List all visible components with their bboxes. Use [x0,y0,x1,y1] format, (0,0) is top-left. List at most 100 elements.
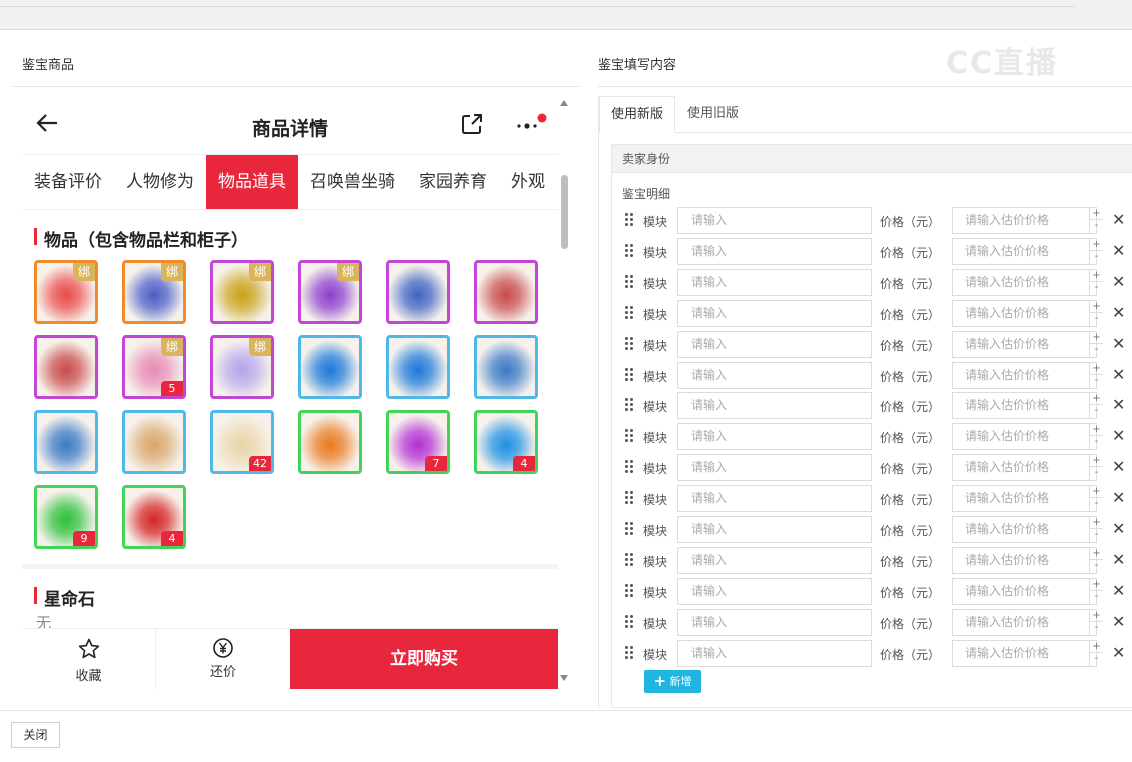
item-slot[interactable]: 绑 [210,260,274,324]
decrement-icon[interactable]: - [1090,560,1103,572]
price-stepper[interactable]: + - [1089,331,1103,357]
item-slot[interactable]: 绑 [122,260,186,324]
module-input[interactable]: 请输入 [677,516,872,543]
price-input[interactable]: 请输入估价价格 [952,392,1097,420]
module-input[interactable]: 请输入 [677,608,872,636]
module-input[interactable]: 请输入 [677,330,872,358]
drag-handle-icon[interactable] [625,213,635,229]
price-input[interactable]: 请输入估价价格 [952,485,1097,513]
remove-row-icon[interactable]: ✕ [1112,210,1125,230]
remove-row-icon[interactable]: ✕ [1112,334,1125,354]
price-stepper[interactable]: + - [1089,547,1103,573]
drag-handle-icon[interactable] [625,274,635,291]
module-input[interactable]: 请输入 [677,423,872,451]
drag-handle-icon[interactable] [625,645,635,662]
module-input[interactable]: 请输入 [677,546,872,574]
module-input[interactable]: 请输入 [677,299,872,327]
remove-row-icon[interactable]: ✕ [1112,395,1125,415]
item-slot[interactable] [34,335,98,399]
price-stepper[interactable]: + - [1089,269,1103,295]
item-slot[interactable] [386,260,450,324]
decrement-icon[interactable]: - [1090,313,1103,325]
item-slot[interactable]: 绑 [210,335,274,399]
scroll-down-arrow-icon[interactable] [560,675,568,681]
item-slot[interactable]: 9 [34,485,98,549]
increment-icon[interactable]: + [1090,455,1103,468]
decrement-icon[interactable]: - [1090,467,1103,479]
buy-now-button[interactable]: 立即购买 [290,629,558,689]
decrement-icon[interactable]: - [1090,344,1103,356]
increment-icon[interactable]: + [1090,579,1103,591]
price-stepper[interactable]: + - [1089,517,1103,542]
price-input[interactable]: 请输入估价价格 [952,330,1097,358]
module-input[interactable]: 请输入 [677,639,872,667]
remove-row-icon[interactable]: ✕ [1112,519,1125,539]
item-slot[interactable]: 绑 [298,260,362,324]
increment-icon[interactable]: + [1090,270,1103,282]
decrement-icon[interactable]: - [1090,653,1103,665]
item-slot[interactable] [386,335,450,399]
drag-handle-icon[interactable] [625,429,635,445]
module-input[interactable]: 请输入 [677,392,872,420]
increment-icon[interactable]: + [1090,332,1103,344]
price-stepper[interactable]: + - [1089,362,1103,388]
drag-handle-icon[interactable] [625,583,635,600]
increment-icon[interactable]: + [1090,641,1103,653]
drag-handle-icon[interactable] [625,614,635,631]
item-slot[interactable]: 42 [210,410,274,474]
scroll-thumb[interactable] [561,175,568,249]
drag-handle-icon[interactable] [625,552,635,569]
price-input[interactable]: 请输入估价价格 [952,454,1097,482]
price-stepper[interactable]: + - [1089,424,1103,450]
remove-row-icon[interactable]: ✕ [1112,612,1125,632]
close-button[interactable]: 关闭 [11,722,60,748]
price-input[interactable]: 请输入估价价格 [952,237,1097,265]
price-input[interactable]: 请输入估价价格 [952,361,1097,389]
remove-row-icon[interactable]: ✕ [1112,303,1125,323]
price-input[interactable]: 请输入估价价格 [952,639,1097,667]
tab-category[interactable]: 外观 [499,155,557,209]
tab-old-version[interactable]: 使用旧版 [676,96,750,133]
price-input[interactable]: 请输入估价价格 [952,268,1097,296]
item-slot[interactable] [298,410,362,474]
price-input[interactable]: 请输入估价价格 [952,608,1097,636]
increment-icon[interactable]: + [1090,517,1103,529]
item-slot[interactable]: 4 [474,410,538,474]
price-stepper[interactable]: + - [1089,208,1103,233]
increment-icon[interactable]: + [1090,208,1103,220]
item-slot[interactable] [474,335,538,399]
module-input[interactable]: 请输入 [677,207,872,234]
price-input[interactable]: 请输入估价价格 [952,423,1097,451]
module-input[interactable]: 请输入 [677,485,872,513]
remove-row-icon[interactable]: ✕ [1112,550,1125,570]
increment-icon[interactable]: + [1090,486,1103,499]
increment-icon[interactable]: + [1090,363,1103,375]
tab-new-version[interactable]: 使用新版 [599,96,676,133]
item-slot[interactable] [122,410,186,474]
decrement-icon[interactable]: - [1090,591,1103,603]
item-slot[interactable] [298,335,362,399]
price-input[interactable]: 请输入估价价格 [952,577,1097,605]
drag-handle-icon[interactable] [625,243,635,260]
item-slot[interactable]: 绑5 [122,335,186,399]
price-input[interactable]: 请输入估价价格 [952,516,1097,543]
decrement-icon[interactable]: - [1090,498,1103,510]
module-input[interactable]: 请输入 [677,361,872,389]
decrement-icon[interactable]: - [1090,375,1103,387]
module-input[interactable]: 请输入 [677,454,872,482]
price-stepper[interactable]: + - [1089,609,1103,635]
decrement-icon[interactable]: - [1090,251,1103,263]
module-input[interactable]: 请输入 [677,577,872,605]
bargain-button[interactable]: 还价 [156,629,290,689]
increment-icon[interactable]: + [1090,301,1103,313]
drag-handle-icon[interactable] [625,398,635,414]
item-slot[interactable] [34,410,98,474]
price-input[interactable]: 请输入估价价格 [952,299,1097,327]
favorite-button[interactable]: 收藏 [22,629,156,689]
increment-icon[interactable]: + [1090,393,1103,406]
module-input[interactable]: 请输入 [677,268,872,296]
remove-row-icon[interactable]: ✕ [1112,581,1125,601]
tab-category[interactable]: 召唤兽坐骑 [298,155,407,209]
increment-icon[interactable]: + [1090,239,1103,251]
remove-row-icon[interactable]: ✕ [1112,365,1125,385]
